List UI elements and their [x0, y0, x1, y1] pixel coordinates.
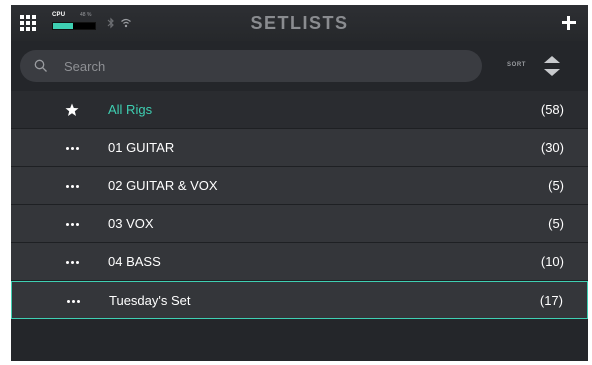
setlist-name: 02 GUITAR & VOX: [108, 178, 218, 193]
more-icon[interactable]: [63, 167, 81, 205]
setlist-row[interactable]: 02 GUITAR & VOX (5): [11, 167, 588, 205]
setlist-row[interactable]: 04 BASS (10): [11, 243, 588, 281]
more-icon[interactable]: [63, 205, 81, 243]
setlist-row[interactable]: 03 VOX (5): [11, 205, 588, 243]
setlist-row-all-rigs[interactable]: All Rigs (58): [11, 91, 588, 129]
setlist-name: All Rigs: [108, 102, 153, 117]
star-icon: [63, 91, 81, 129]
list-empty-area: [11, 325, 588, 361]
setlist-list: All Rigs (58) 01 GUITAR (30) 02 GUITAR &…: [11, 91, 588, 319]
sort-arrows-icon[interactable]: [541, 52, 563, 80]
more-icon[interactable]: [63, 243, 81, 281]
setlist-name: 03 VOX: [108, 216, 154, 231]
setlist-name: 04 BASS: [108, 254, 161, 269]
setlist-count: (5): [548, 178, 564, 193]
page-title: SETLISTS: [250, 13, 349, 33]
add-setlist-button[interactable]: [560, 14, 578, 32]
search-input[interactable]: [20, 50, 482, 82]
setlist-row[interactable]: 01 GUITAR (30): [11, 129, 588, 167]
search-row: SORT: [11, 41, 588, 91]
setlist-count: (10): [540, 254, 564, 269]
setlist-name: Tuesday's Set: [109, 293, 191, 308]
sort-label: SORT: [507, 62, 527, 68]
setlist-count: (5): [548, 216, 564, 231]
setlists-screen: CPU 48 % SETLISTS SORT: [11, 5, 588, 361]
more-icon[interactable]: [63, 129, 81, 167]
setlist-count: (30): [540, 140, 564, 155]
setlist-count: (58): [540, 102, 564, 117]
more-icon[interactable]: [64, 282, 82, 320]
setlist-name: 01 GUITAR: [108, 140, 175, 155]
setlist-count: (17): [539, 293, 563, 308]
setlist-row-selected[interactable]: Tuesday's Set (17): [11, 281, 588, 319]
header-bar: CPU 48 % SETLISTS: [11, 5, 588, 41]
